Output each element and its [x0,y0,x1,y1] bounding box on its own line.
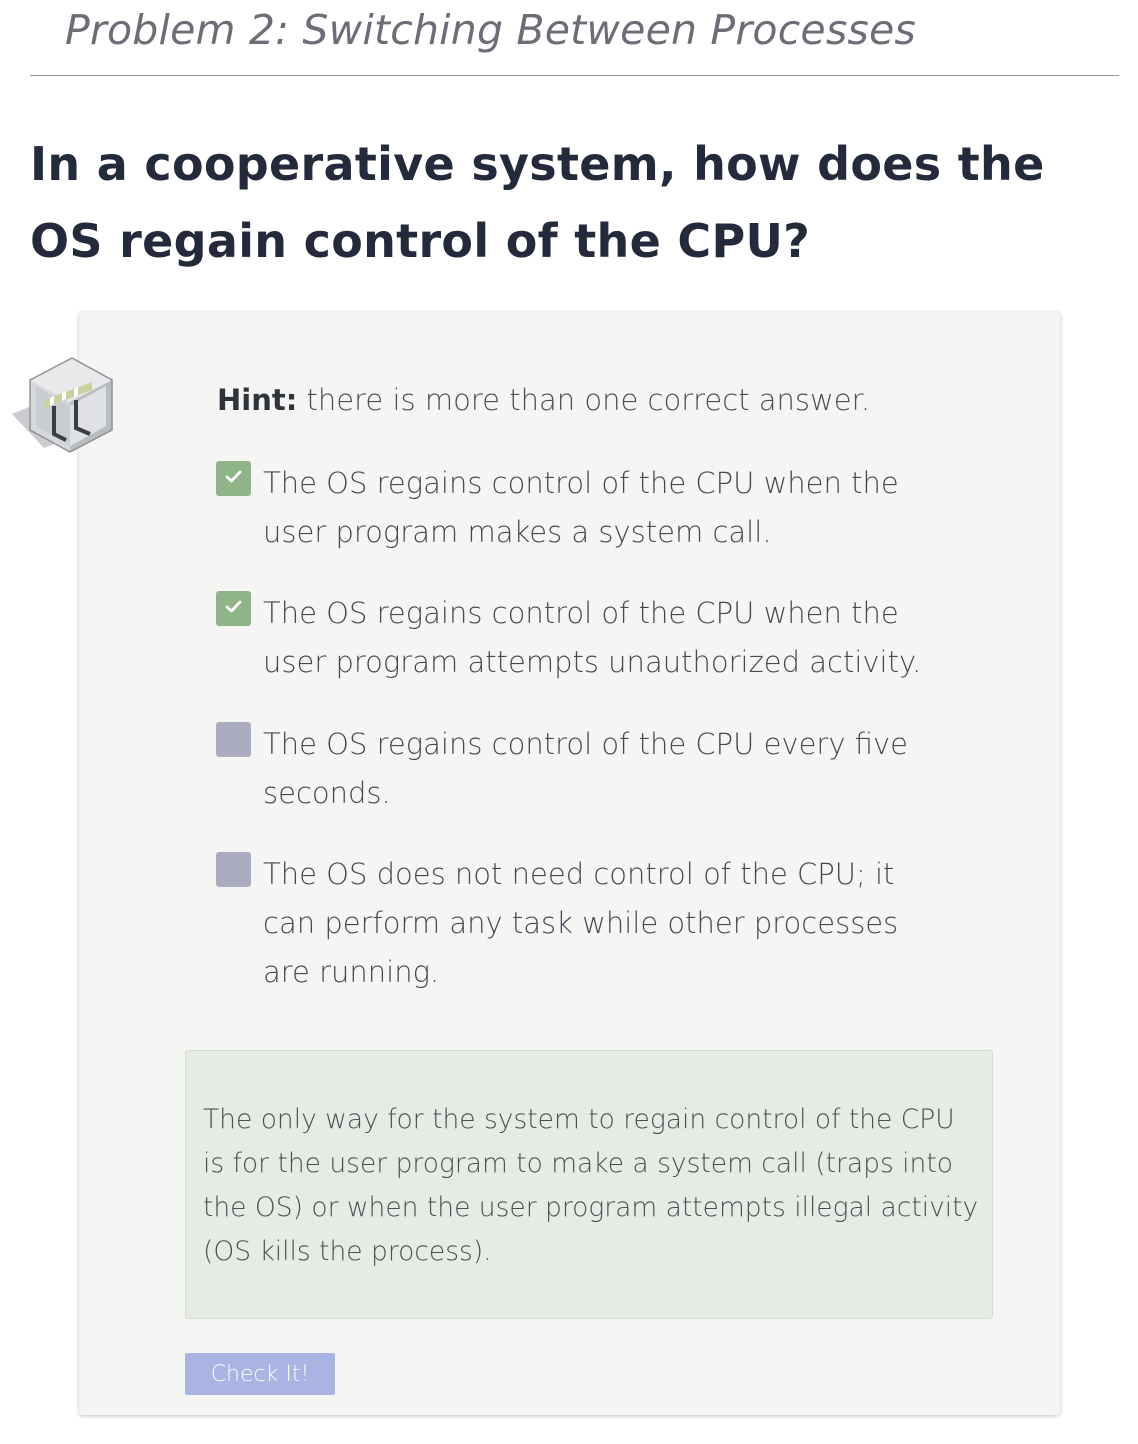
hint-text: Hint: there is more than one correct ans… [217,377,870,423]
hint-label: Hint: [217,383,298,417]
explanation-text: The only way for the system to regain co… [203,1104,979,1267]
answer-checkbox-3[interactable] [216,722,251,757]
process-switch-illustration-icon [10,356,116,454]
title-divider [30,75,1119,76]
page-subtitle: Problem 2: Switching Between Processes [65,6,916,54]
explanation-panel: The only way for the system to regain co… [185,1050,993,1319]
answer-checkbox-4[interactable] [216,852,251,887]
answer-option-label: The OS regains control of the CPU when t… [263,466,899,549]
check-it-button[interactable]: Check It! [185,1353,335,1395]
answer-option-label: The OS does not need control of the CPU;… [263,857,899,989]
checkmark-icon [225,470,242,483]
answer-option-label: The OS regains control of the CPU when t… [263,596,922,679]
checkmark-icon [225,600,242,613]
answer-checkbox-1[interactable] [216,461,251,496]
question-title: In a cooperative system, how does the OS… [30,137,1045,268]
hint-body: there is more than one correct answer. [297,383,871,417]
answer-option-label: The OS regains control of the CPU every … [263,727,908,810]
answer-checkbox-2[interactable] [216,591,251,626]
